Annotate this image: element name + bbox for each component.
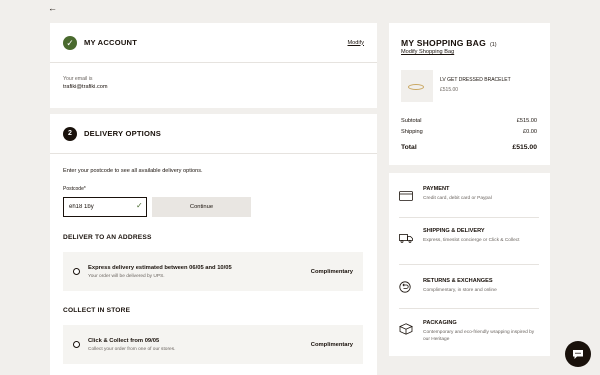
postcode-input[interactable] bbox=[63, 197, 147, 217]
valid-check-icon: ✓ bbox=[136, 201, 143, 210]
truck-icon bbox=[399, 230, 415, 248]
bracelet-icon bbox=[408, 84, 424, 90]
packaging-info: PACKAGING Contemporary and eco-friendly … bbox=[399, 320, 539, 343]
total-row: Total £515.00 bbox=[401, 144, 537, 151]
click-collect-option[interactable]: Click & Collect from 09/05 Collect your … bbox=[63, 325, 363, 364]
product-name: LV GET DRESSED BRACELET bbox=[440, 77, 511, 83]
modify-account-link[interactable]: Modify bbox=[348, 40, 364, 46]
account-header: ✓ MY ACCOUNT Modify bbox=[50, 23, 377, 63]
delivery-header: 2 DELIVERY OPTIONS bbox=[50, 114, 377, 154]
chat-icon[interactable] bbox=[565, 341, 591, 367]
subtotal-row: Subtotal £515.00 bbox=[401, 118, 537, 124]
divider bbox=[399, 308, 539, 309]
back-arrow-icon[interactable]: ← bbox=[48, 3, 57, 13]
info-title: PACKAGING bbox=[423, 320, 457, 326]
delivery-title: DELIVERY OPTIONS bbox=[84, 129, 162, 138]
radio-button[interactable] bbox=[73, 341, 80, 348]
services-info: PAYMENT Credit card, debit card or Paypa… bbox=[389, 173, 550, 356]
info-desc: Express, timeslot concierge or Click & C… bbox=[423, 238, 520, 243]
option-title: Express delivery estimated between 06/05… bbox=[88, 264, 232, 271]
package-icon bbox=[399, 322, 415, 343]
email-label: Your email is bbox=[63, 76, 93, 82]
account-title: MY ACCOUNT bbox=[84, 38, 138, 47]
shipping-row: Shipping £0.00 bbox=[401, 129, 537, 135]
info-title: PAYMENT bbox=[423, 186, 450, 192]
radio-button[interactable] bbox=[73, 268, 80, 275]
option-title: Click & Collect from 09/05 bbox=[88, 337, 160, 344]
postcode-label: Postcode* bbox=[63, 186, 86, 192]
shipping-value: £0.00 bbox=[523, 129, 537, 135]
divider bbox=[399, 217, 539, 218]
option-subtitle: Collect your order from one of our store… bbox=[88, 346, 176, 352]
modify-bag-link[interactable]: Modify Shopping Bag bbox=[401, 49, 454, 55]
option-price: Complimentary bbox=[310, 341, 353, 348]
continue-button[interactable]: Continue bbox=[152, 197, 251, 217]
total-label: Total bbox=[401, 144, 417, 151]
bag-count: (1) bbox=[489, 42, 497, 48]
returns-info: RETURNS & EXCHANGES Complimentary, in st… bbox=[399, 278, 539, 298]
subtotal-label: Subtotal bbox=[401, 118, 422, 124]
deliver-to-address-title: DELIVER TO AN ADDRESS bbox=[63, 234, 152, 241]
subtotal-value: £515.00 bbox=[516, 118, 537, 124]
product-image bbox=[401, 70, 433, 102]
shipping-label: Shipping bbox=[401, 129, 423, 135]
bag-title-row: MY SHOPPING BAG (1) bbox=[401, 38, 497, 48]
return-icon bbox=[399, 280, 415, 298]
divider bbox=[399, 264, 539, 265]
collect-in-store-title: COLLECT IN STORE bbox=[63, 307, 131, 314]
product-price: £515.00 bbox=[440, 87, 459, 93]
total-value: £515.00 bbox=[512, 144, 537, 151]
step-number-badge: 2 bbox=[63, 126, 77, 141]
express-delivery-option[interactable]: Express delivery estimated between 06/05… bbox=[63, 252, 363, 291]
info-title: RETURNS & EXCHANGES bbox=[423, 278, 493, 284]
checkmark-icon: ✓ bbox=[63, 35, 77, 50]
delivery-intro: Enter your postcode to see all available… bbox=[63, 168, 203, 174]
shipping-info: SHIPPING & DELIVERY Express, timeslot co… bbox=[399, 228, 539, 248]
email-value: trafiki@trafiki.com bbox=[63, 84, 108, 90]
option-subtitle: Your order will be delivered by UPS. bbox=[88, 273, 165, 279]
payment-info: PAYMENT Credit card, debit card or Paypa… bbox=[399, 186, 539, 206]
option-price: Complimentary bbox=[310, 268, 353, 275]
info-desc: Complimentary, in store and online bbox=[423, 288, 497, 293]
bag-title: MY SHOPPING BAG bbox=[401, 38, 486, 48]
info-desc: Contemporary and eco-friendly wrapping i… bbox=[423, 330, 535, 342]
shopping-bag-summary: MY SHOPPING BAG (1) Modify Shopping Bag … bbox=[389, 23, 550, 165]
card-icon bbox=[399, 188, 415, 206]
account-section: ✓ MY ACCOUNT Modify Your email is trafik… bbox=[50, 23, 377, 108]
info-desc: Credit card, debit card or Paypal bbox=[423, 196, 492, 201]
delivery-section: 2 DELIVERY OPTIONS Enter your postcode t… bbox=[50, 114, 377, 375]
info-title: SHIPPING & DELIVERY bbox=[423, 228, 485, 234]
